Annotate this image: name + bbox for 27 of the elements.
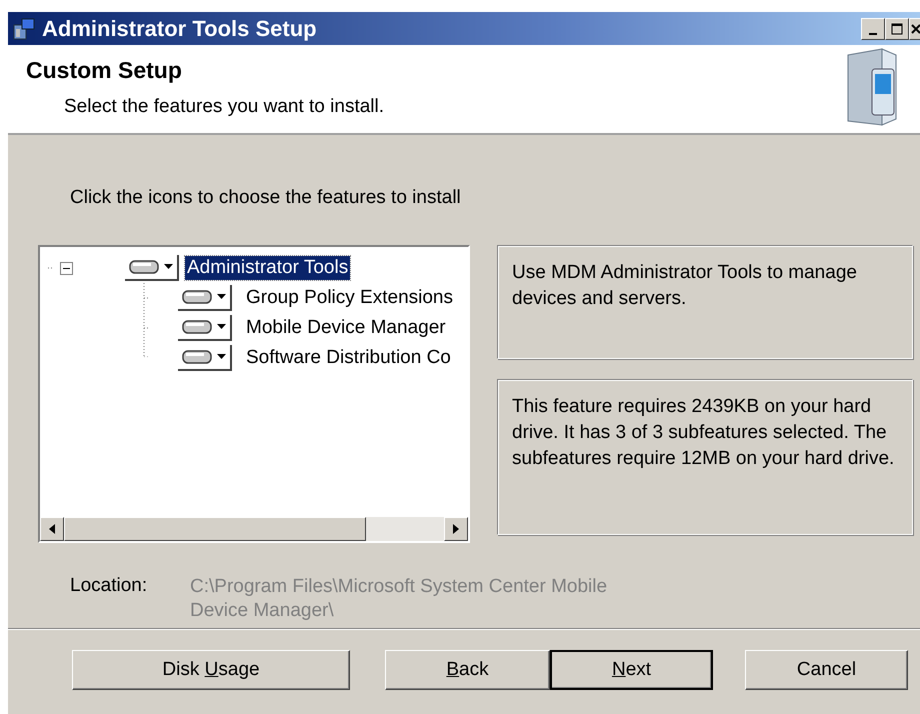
disk-requirements-text: This feature requires 2439KB on your hard drive. It has 3 of 3 subfeatures selected. The subfeatures require 12MB on your hard drive. xyxy=(497,379,913,535)
instruction-text: Click the icons to choose the features to install xyxy=(70,187,461,209)
collapse-toggle[interactable] xyxy=(60,262,73,274)
dialog-button[interactable]: Disk Usage xyxy=(72,650,350,690)
minimize-icon xyxy=(869,32,877,34)
page-title: Custom Setup xyxy=(26,57,183,84)
maximize-button[interactable] xyxy=(885,18,909,40)
feature-description: Use MDM Administrator Tools to manage devices and servers. xyxy=(497,245,913,359)
dialog-button[interactable]: Cancel xyxy=(745,650,908,690)
maximize-icon xyxy=(891,22,903,34)
close-icon xyxy=(910,22,920,34)
page-subtitle: Select the features you want to install. xyxy=(64,96,386,118)
dialog-button[interactable]: Back xyxy=(385,650,550,690)
minimize-button[interactable] xyxy=(861,18,885,40)
location-label: Location: xyxy=(70,575,148,597)
location-path: C:\Program Files\Microsoft System Center Mobile Device Manager\ xyxy=(190,575,608,623)
right-arrow-icon xyxy=(453,524,459,534)
window-title: Administrator Tools Setup xyxy=(42,16,318,42)
dialog-button[interactable]: Next xyxy=(550,650,713,690)
tree-item[interactable]: Software Distribution Co xyxy=(244,346,453,370)
close-button[interactable] xyxy=(909,18,920,40)
tree-item[interactable]: Group Policy Extensions xyxy=(244,286,455,310)
tree-item[interactable]: Mobile Device Manager xyxy=(244,316,448,340)
left-arrow-icon xyxy=(49,524,55,534)
setup-icon xyxy=(12,16,36,40)
horizontal-scrollbar[interactable] xyxy=(40,517,468,541)
tree-item[interactable]: Administrator Tools xyxy=(185,256,350,280)
